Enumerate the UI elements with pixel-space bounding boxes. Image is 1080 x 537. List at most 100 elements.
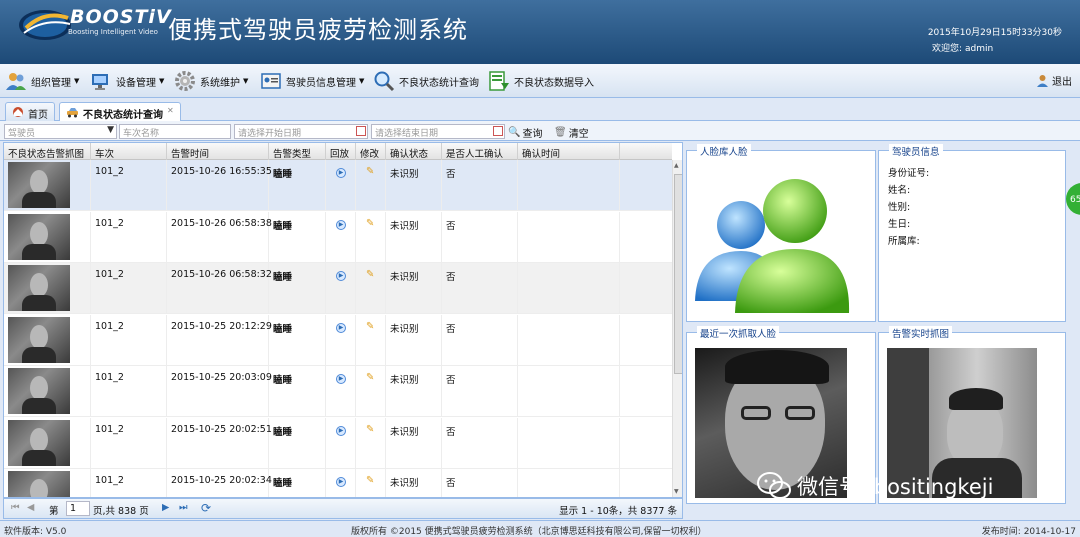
edit-cell[interactable]: ✎ (356, 211, 386, 263)
scroll-up-icon[interactable]: ▲ (674, 162, 679, 169)
tab-bad-state-query[interactable]: 不良状态统计查询 ✕ (59, 102, 181, 121)
confirm-time-cell (518, 160, 620, 211)
end-date-input[interactable]: 请选择结束日期 (371, 124, 505, 139)
side-badge[interactable]: 65 (1066, 183, 1080, 215)
edit-cell[interactable]: ✎ (356, 160, 386, 211)
alarm-snapshot-cell[interactable] (4, 211, 91, 263)
edit-cell[interactable]: ✎ (356, 314, 386, 366)
table-row[interactable]: 101_2 2015-10-25 20:02:51 瞌睡 ▶ ✎ 未识别否 (4, 417, 672, 469)
scroll-down-icon[interactable]: ▼ (674, 488, 679, 495)
playback-cell[interactable]: ▶ (326, 314, 356, 366)
page-number-value: 1 (70, 503, 77, 514)
edit-icon[interactable]: ✎ (366, 475, 374, 486)
menu-driver-info[interactable]: 驾驶员信息管理 ▼ (260, 69, 364, 93)
table-row[interactable]: 101_2 2015-10-26 06:58:32 瞌睡 ▶ ✎ 未识别否 (4, 263, 672, 314)
clear-button[interactable]: 🗑 清空 (554, 125, 589, 140)
alarm-snapshot-cell[interactable] (4, 263, 91, 314)
edit-icon[interactable]: ✎ (366, 269, 374, 280)
start-date-input[interactable]: 请选择开始日期 (234, 124, 368, 139)
alarm-snapshot[interactable] (8, 316, 70, 363)
column-header[interactable]: 告警时间 (167, 143, 269, 160)
playback-cell[interactable]: ▶ (326, 263, 356, 314)
table-row[interactable]: 101_2 2015-10-25 20:12:29 瞌睡 ▶ ✎ 未识别否 (4, 314, 672, 366)
calendar-icon[interactable] (493, 126, 503, 136)
playback-cell[interactable]: ▶ (326, 160, 356, 211)
alarm-snapshot[interactable] (8, 162, 70, 208)
train-name-input[interactable]: 车次名称 (119, 124, 231, 139)
tab-home[interactable]: 首页 (5, 102, 55, 121)
refresh-icon[interactable]: ⟳ (201, 501, 211, 515)
filter-bar: 驾驶员 ▼ 车次名称 请选择开始日期 请选择结束日期 🔍 查询 🗑 清空 (0, 121, 1080, 141)
alarm-snapshot[interactable] (8, 471, 70, 497)
page-number-input[interactable]: 1 (66, 501, 90, 516)
menu-bad-state-query[interactable]: 不良状态统计查询 (373, 69, 479, 93)
edit-icon[interactable]: ✎ (366, 424, 374, 435)
table-row[interactable]: 101_2 2015-10-25 20:03:09 瞌睡 ▶ ✎ 未识别否 (4, 366, 672, 417)
edit-cell[interactable]: ✎ (356, 469, 386, 497)
column-header[interactable]: 车次 (91, 143, 167, 160)
search-icon: 🔍 (508, 127, 521, 138)
edit-icon[interactable]: ✎ (366, 218, 374, 229)
grid-scrollbar[interactable]: ▲ ▼ (672, 160, 682, 497)
edit-icon[interactable]: ✎ (366, 321, 374, 332)
driver-select[interactable]: 驾驶员 ▼ (4, 124, 117, 139)
menu-device-management[interactable]: 设备管理 ▼ (90, 69, 164, 93)
scroll-thumb[interactable] (674, 174, 682, 374)
next-page-icon[interactable]: ▶ (162, 502, 169, 513)
trash-icon: 🗑 (554, 127, 567, 138)
alarm-type-cell: 瞌睡 (269, 160, 326, 211)
query-button[interactable]: 🔍 查询 (508, 125, 542, 140)
close-icon[interactable]: ✕ (167, 106, 174, 115)
playback-cell[interactable]: ▶ (326, 366, 356, 417)
alarm-snapshot-cell[interactable] (4, 417, 91, 469)
playback-icon[interactable]: ▶ (336, 374, 346, 384)
train-cell: 101_2 (91, 263, 167, 314)
alarm-type-cell: 瞌睡 (269, 469, 326, 497)
table-row[interactable]: 101_2 2015-10-25 20:02:34 瞌睡 ▶ ✎ 未识别否 (4, 469, 672, 497)
column-header[interactable]: 确认状态 (386, 143, 442, 160)
alarm-snapshot[interactable] (8, 368, 70, 414)
alarm-snapshot[interactable] (8, 265, 70, 311)
playback-icon[interactable]: ▶ (336, 219, 346, 230)
current-datetime: 2015年10月29日15时33分30秒 (927, 28, 1062, 38)
column-header[interactable]: 确认时间 (518, 143, 620, 160)
column-header[interactable]: 告警类型 (269, 143, 326, 160)
users-icon (6, 73, 26, 90)
alarm-snapshot-cell[interactable] (4, 314, 91, 366)
alarm-snapshot-cell[interactable] (4, 366, 91, 417)
table-row[interactable]: 101_2 2015-10-26 16:55:35 瞌睡 ▶ ✎ 未识别否 (4, 160, 672, 211)
column-header[interactable]: 回放 (326, 143, 356, 160)
edit-cell[interactable]: ✎ (356, 366, 386, 417)
edit-cell[interactable]: ✎ (356, 417, 386, 469)
menu-system-maintenance[interactable]: 系统维护 ▼ (174, 69, 248, 93)
alarm-snapshot-cell[interactable] (4, 160, 91, 211)
playback-icon[interactable]: ▶ (336, 168, 346, 178)
first-page-icon[interactable]: ⏮ (11, 502, 20, 513)
alarm-snapshot-cell[interactable] (4, 469, 91, 497)
field-library: 所属库: (888, 236, 920, 247)
alarm-snapshot[interactable] (8, 213, 70, 260)
column-header[interactable]: 是否人工确认 (442, 143, 518, 160)
playback-icon[interactable]: ▶ (336, 477, 346, 487)
edit-icon[interactable]: ✎ (366, 166, 374, 177)
column-header[interactable]: 不良状态告警抓图 (4, 143, 91, 160)
calendar-icon[interactable] (356, 126, 366, 136)
menu-bad-state-import[interactable]: 不良状态数据导入 (488, 69, 594, 93)
menu-org-management[interactable]: 组织管理 ▼ (5, 69, 79, 93)
playback-cell[interactable]: ▶ (326, 211, 356, 263)
alarm-snapshot[interactable] (8, 419, 70, 466)
logout-button[interactable]: 退出 (1036, 73, 1072, 88)
playback-icon[interactable]: ▶ (336, 271, 346, 281)
playback-cell[interactable]: ▶ (326, 469, 356, 497)
last-page-icon[interactable]: ⏭ (179, 502, 188, 513)
alarm-grid: 不良状态告警抓图 车次 告警时间 告警类型 回放 修改 确认状态 是否人工确认 … (3, 142, 683, 498)
edit-cell[interactable]: ✎ (356, 263, 386, 314)
confirm-status-cell: 未识别 (386, 469, 442, 497)
playback-icon[interactable]: ▶ (336, 322, 346, 333)
edit-icon[interactable]: ✎ (366, 372, 374, 383)
playback-icon[interactable]: ▶ (336, 425, 346, 436)
playback-cell[interactable]: ▶ (326, 417, 356, 469)
table-row[interactable]: 101_2 2015-10-26 06:58:38 瞌睡 ▶ ✎ 未识别否 (4, 211, 672, 263)
prev-page-icon[interactable]: ◀ (27, 502, 34, 513)
column-header[interactable]: 修改 (356, 143, 386, 160)
